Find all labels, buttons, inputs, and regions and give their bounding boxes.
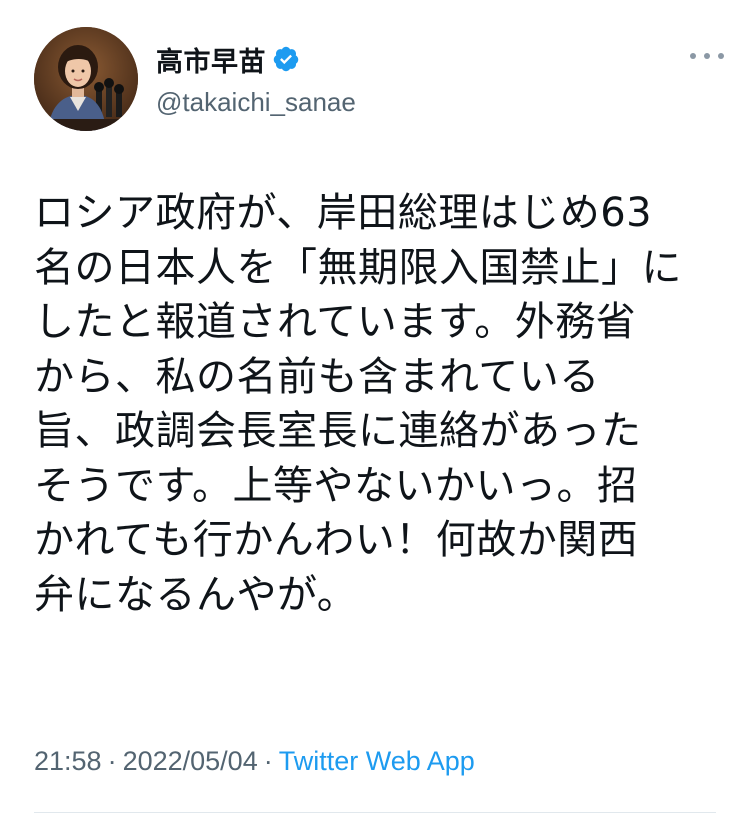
more-options-ellipsis-icon[interactable] (690, 49, 724, 63)
dot (718, 53, 724, 59)
avatar[interactable] (34, 27, 138, 131)
display-name[interactable]: 高市早苗 (156, 40, 266, 79)
divider (34, 812, 716, 813)
separator: · (263, 746, 273, 776)
separator: · (107, 746, 117, 776)
dot (704, 53, 710, 59)
display-name-row: 高市早苗 (156, 40, 356, 79)
tweet-source-link[interactable]: Twitter Web App (279, 746, 475, 776)
tweet-card: 高市早苗 @takaichi_sanae ロシア政府が、岸田総理はじめ63 名の… (0, 0, 750, 831)
tweet-date[interactable]: 2022/05/04 (123, 746, 258, 776)
tweet-metadata: 21:58 · 2022/05/04 · Twitter Web App (34, 746, 475, 777)
tweet-text: ロシア政府が、岸田総理はじめ63 名の日本人を「無期限入国禁止」に したと報道さ… (34, 190, 682, 618)
verified-badge-icon (272, 45, 300, 73)
tweet-time[interactable]: 21:58 (34, 746, 102, 776)
author-names: 高市早苗 @takaichi_sanae (156, 41, 356, 118)
author-handle[interactable]: @takaichi_sanae (156, 87, 356, 118)
dot (690, 53, 696, 59)
avatar-image (34, 27, 138, 131)
tweet-header: 高市早苗 @takaichi_sanae (34, 27, 724, 137)
